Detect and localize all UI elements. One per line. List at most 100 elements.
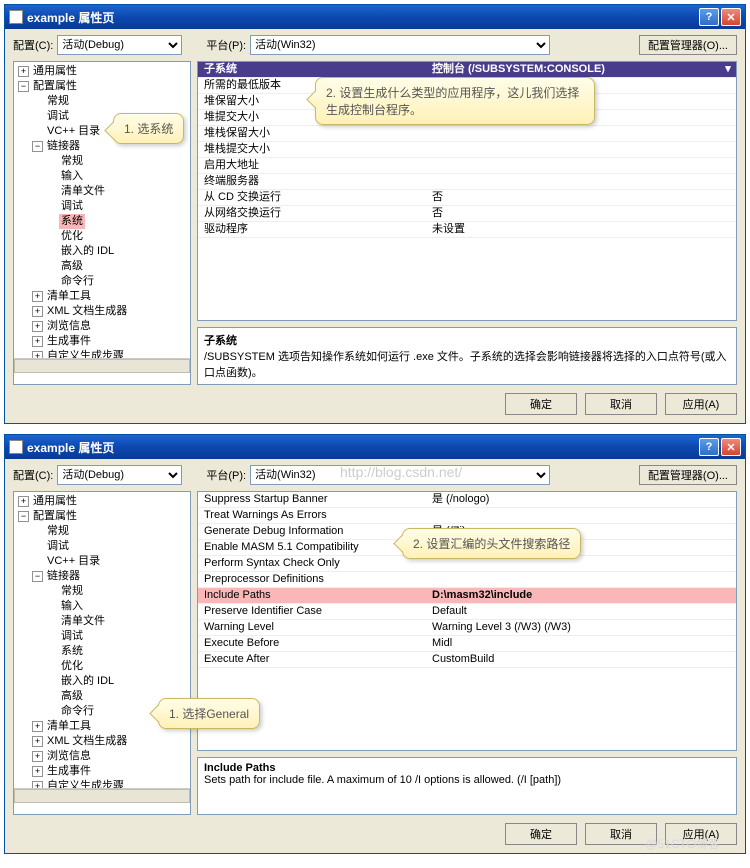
close-button[interactable]: ✕: [721, 438, 741, 456]
grid-row[interactable]: Treat Warnings As Errors: [198, 508, 736, 524]
tree-item[interactable]: 命令行: [59, 704, 96, 719]
collapse-icon[interactable]: −: [18, 81, 29, 92]
cancel-button[interactable]: 取消: [585, 393, 657, 415]
tree-item[interactable]: 链接器: [45, 139, 82, 154]
apply-button[interactable]: 应用(A): [665, 393, 737, 415]
tree-item[interactable]: 常规: [45, 94, 71, 109]
expand-icon[interactable]: +: [32, 751, 43, 762]
config-manager-button[interactable]: 配置管理器(O)...: [639, 465, 737, 485]
grid-row[interactable]: Preserve Identifier CaseDefault: [198, 604, 736, 620]
tree-item[interactable]: 优化: [59, 659, 85, 674]
tree-item[interactable]: 调试: [59, 199, 85, 214]
tree-hscroll[interactable]: [14, 788, 190, 803]
tree-item[interactable]: 通用属性: [31, 64, 79, 79]
config-row: 配置(C): 活动(Debug) 平台(P): 活动(Win32) 配置管理器(…: [5, 29, 745, 61]
tree-item[interactable]: 嵌入的 IDL: [59, 244, 116, 259]
expand-icon[interactable]: +: [32, 321, 43, 332]
tree-item[interactable]: 输入: [59, 599, 85, 614]
grid-row[interactable]: Suppress Startup Banner是 (/nologo): [198, 492, 736, 508]
grid-row[interactable]: 从网络交换运行否: [198, 206, 736, 222]
tree-item[interactable]: 生成事件: [45, 764, 93, 779]
apply-button[interactable]: 应用(A): [665, 823, 737, 845]
tree-item[interactable]: 清单文件: [59, 184, 107, 199]
tree-item[interactable]: 优化: [59, 229, 85, 244]
tree-item[interactable]: 常规: [59, 584, 85, 599]
tree-item[interactable]: 高级: [59, 689, 85, 704]
tree-item[interactable]: 调试: [59, 629, 85, 644]
tree-item[interactable]: 常规: [59, 154, 85, 169]
callout-4: 1. 选择General: [158, 698, 260, 729]
config-label: 配置(C):: [13, 467, 53, 483]
tree-item[interactable]: 嵌入的 IDL: [59, 674, 116, 689]
tree-item[interactable]: 清单工具: [45, 719, 93, 734]
platform-select[interactable]: 活动(Win32): [250, 465, 550, 485]
dropdown-icon[interactable]: ▾: [720, 62, 736, 77]
grid-row[interactable]: Warning LevelWarning Level 3 (/W3) (/W3): [198, 620, 736, 636]
grid-row[interactable]: 从 CD 交换运行否: [198, 190, 736, 206]
desc-title: Include Paths: [204, 762, 730, 774]
expand-icon[interactable]: +: [32, 721, 43, 732]
close-button[interactable]: ✕: [721, 8, 741, 26]
tree-item[interactable]: 浏览信息: [45, 749, 93, 764]
tree-item[interactable]: 通用属性: [31, 494, 79, 509]
titlebar: example 属性页 ? ✕: [5, 435, 745, 459]
expand-icon[interactable]: +: [32, 351, 43, 358]
help-button[interactable]: ?: [699, 438, 719, 456]
grid-row[interactable]: 堆栈保留大小: [198, 126, 736, 142]
ok-button[interactable]: 确定: [505, 393, 577, 415]
grid-row[interactable]: 终端服务器: [198, 174, 736, 190]
tree-item[interactable]: 配置属性: [31, 79, 79, 94]
platform-select[interactable]: 活动(Win32): [250, 35, 550, 55]
grid-row[interactable]: Preprocessor Definitions: [198, 572, 736, 588]
grid-row[interactable]: Execute BeforeMidl: [198, 636, 736, 652]
tree-item[interactable]: 系统: [59, 644, 85, 659]
expand-icon[interactable]: +: [32, 781, 43, 788]
tree-item[interactable]: 清单文件: [59, 614, 107, 629]
expand-icon[interactable]: +: [32, 306, 43, 317]
tree-item[interactable]: 清单工具: [45, 289, 93, 304]
config-manager-button[interactable]: 配置管理器(O)...: [639, 35, 737, 55]
tree-item[interactable]: 调试: [45, 109, 71, 124]
tree-item-system[interactable]: 系统: [59, 214, 85, 229]
desc-text: /SUBSYSTEM 选项告知操作系统如何运行 .exe 文件。子系统的选择会影…: [204, 348, 730, 380]
tree-item[interactable]: VC++ 目录: [45, 554, 102, 569]
tree-item[interactable]: 调试: [45, 539, 71, 554]
expand-icon[interactable]: +: [18, 496, 29, 507]
grid-row[interactable]: 启用大地址: [198, 158, 736, 174]
property-dialog-2: example 属性页 ? ✕ 配置(C): 活动(Debug) 平台(P): …: [4, 434, 746, 854]
expand-icon[interactable]: +: [18, 66, 29, 77]
expand-icon[interactable]: +: [32, 336, 43, 347]
expand-icon[interactable]: +: [32, 291, 43, 302]
tree-item[interactable]: XML 文档生成器: [45, 734, 129, 749]
tree-item[interactable]: 配置属性: [31, 509, 79, 524]
config-select[interactable]: 活动(Debug): [57, 35, 182, 55]
ok-button[interactable]: 确定: [505, 823, 577, 845]
tree-item[interactable]: 高级: [59, 259, 85, 274]
collapse-icon[interactable]: −: [18, 511, 29, 522]
collapse-icon[interactable]: −: [32, 141, 43, 152]
tree-item[interactable]: 常规: [45, 524, 71, 539]
tree-item[interactable]: 自定义生成步骤: [45, 349, 126, 358]
collapse-icon[interactable]: −: [32, 571, 43, 582]
tree-item[interactable]: 链接器: [45, 569, 82, 584]
grid-header[interactable]: 子系统控制台 (/SUBSYSTEM:CONSOLE)▾: [198, 62, 736, 78]
tree-item[interactable]: 输入: [59, 169, 85, 184]
expand-icon[interactable]: +: [32, 736, 43, 747]
config-label: 配置(C):: [13, 37, 53, 53]
config-select[interactable]: 活动(Debug): [57, 465, 182, 485]
tree-item[interactable]: 命令行: [59, 274, 96, 289]
tree-item[interactable]: VC++ 目录: [45, 124, 102, 139]
app-icon: [9, 440, 23, 454]
tree-item[interactable]: 浏览信息: [45, 319, 93, 334]
tree-item[interactable]: XML 文档生成器: [45, 304, 129, 319]
tree-item[interactable]: 生成事件: [45, 334, 93, 349]
grid-row[interactable]: 驱动程序未设置: [198, 222, 736, 238]
help-button[interactable]: ?: [699, 8, 719, 26]
expand-icon[interactable]: +: [32, 766, 43, 777]
grid-row[interactable]: Execute AfterCustomBuild: [198, 652, 736, 668]
cancel-button[interactable]: 取消: [585, 823, 657, 845]
grid-row-include-paths[interactable]: Include PathsD:\masm32\include: [198, 588, 736, 604]
tree-item[interactable]: 自定义生成步骤: [45, 779, 126, 788]
tree-hscroll[interactable]: [14, 358, 190, 373]
grid-row[interactable]: 堆栈提交大小: [198, 142, 736, 158]
